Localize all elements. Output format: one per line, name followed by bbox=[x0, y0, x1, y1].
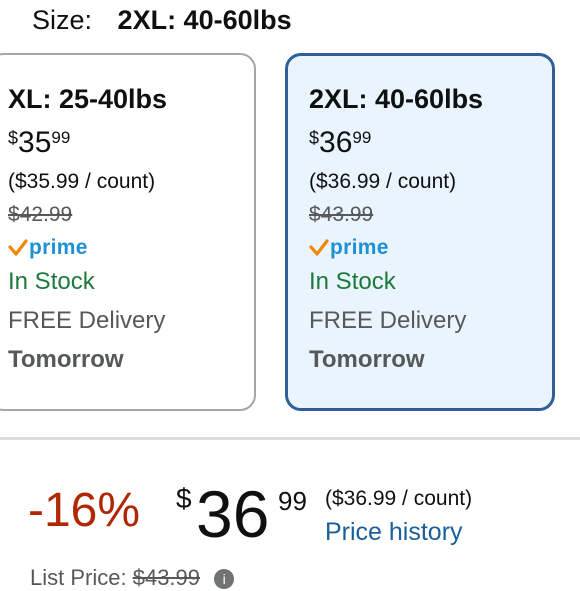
list-price-row: List Price: $43.99 i bbox=[30, 565, 235, 591]
delivery-day: Tomorrow bbox=[8, 346, 124, 373]
option-price: $3699 bbox=[309, 126, 483, 160]
size-selected-value: 2XL: 40-60lbs bbox=[117, 5, 292, 35]
prime-check-icon bbox=[8, 239, 28, 256]
prime-label: prime bbox=[330, 236, 389, 259]
discount-percent: -16% bbox=[28, 484, 141, 537]
current-unit-price: ($36.99 / count) bbox=[325, 487, 473, 510]
price-fraction: 99 bbox=[352, 128, 372, 147]
delivery-day: Tomorrow bbox=[309, 346, 425, 373]
prime-badge: prime bbox=[8, 236, 167, 260]
price-symbol: $ bbox=[176, 483, 192, 514]
delivery-text: FREE Delivery bbox=[8, 307, 166, 334]
option-unit-price: ($35.99 / count) bbox=[8, 170, 156, 193]
size-label: Size: bbox=[32, 5, 93, 35]
size-option-xl[interactable]: XL: 25-40lbs $3599 ($35.99 / count) $42.… bbox=[0, 53, 256, 411]
option-price: $3599 bbox=[8, 126, 167, 160]
option-list-price: $42.99 bbox=[8, 203, 73, 226]
price-whole: 36 bbox=[196, 477, 270, 551]
price-fraction: 99 bbox=[51, 128, 71, 147]
price-symbol: $ bbox=[309, 128, 320, 148]
option-title: XL: 25-40lbs bbox=[8, 84, 168, 114]
price-history-link[interactable]: Price history bbox=[325, 517, 463, 547]
option-list-price: $43.99 bbox=[309, 203, 374, 226]
info-icon[interactable]: i bbox=[214, 569, 235, 590]
option-unit-price: ($36.99 / count) bbox=[309, 170, 457, 193]
stock-status: In Stock bbox=[309, 268, 396, 295]
price-whole: 35 bbox=[18, 126, 52, 159]
delivery-text: FREE Delivery bbox=[309, 307, 467, 334]
list-price-value: $43.99 bbox=[132, 565, 201, 590]
section-divider bbox=[0, 437, 580, 440]
size-option-2xl[interactable]: 2XL: 40-60lbs $3699 ($36.99 / count) $43… bbox=[285, 53, 555, 411]
list-price-label: List Price: bbox=[30, 565, 127, 590]
price-whole: 36 bbox=[319, 126, 353, 159]
prime-check-icon bbox=[309, 239, 329, 256]
option-title: 2XL: 40-60lbs bbox=[309, 84, 484, 114]
size-selector-header: Size: 2XL: 40-60lbs bbox=[32, 2, 292, 38]
price-symbol: $ bbox=[8, 128, 19, 148]
prime-badge: prime bbox=[309, 236, 483, 260]
prime-label: prime bbox=[29, 236, 88, 259]
price-fraction: 99 bbox=[278, 486, 307, 516]
stock-status: In Stock bbox=[8, 268, 95, 295]
